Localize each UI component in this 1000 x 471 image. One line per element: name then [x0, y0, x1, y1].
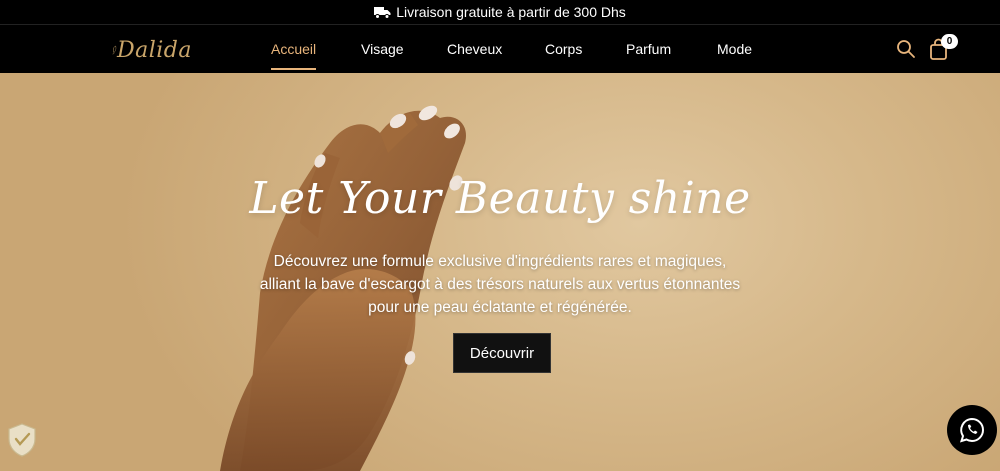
brand-logo[interactable]: Dalida	[112, 33, 192, 67]
hero-description-line: Découvrez une formule exclusive d'ingréd…	[273, 253, 727, 270]
nav-item-corps[interactable]: Corps	[545, 25, 582, 73]
announcement-bar: Livraison gratuite à partir de 300 Dhs	[0, 0, 1000, 25]
nav-item-visage[interactable]: Visage	[361, 25, 404, 73]
hero-title: Let Your Beauty shine	[249, 173, 751, 224]
hero-description-line: pour une peau éclatante et régénérée.	[368, 299, 632, 316]
nav-item-mode[interactable]: Mode	[717, 25, 752, 73]
whatsapp-icon	[960, 417, 984, 443]
hero-description: Découvrez une formule exclusive d'ingréd…	[230, 250, 770, 319]
search-button[interactable]	[896, 39, 916, 59]
trust-badge-icon	[8, 423, 36, 457]
discover-button[interactable]: Découvrir	[453, 333, 551, 373]
whatsapp-button[interactable]	[947, 405, 997, 455]
announcement-text: Livraison gratuite à partir de 300 Dhs	[396, 4, 626, 20]
nav-item-parfum[interactable]: Parfum	[626, 25, 671, 73]
nav-item-accueil[interactable]: Accueil	[271, 25, 317, 73]
hero-description-line: alliant la bave d'escargot à des trésors…	[259, 276, 741, 293]
truck-icon	[374, 6, 391, 19]
trust-badge[interactable]	[4, 420, 40, 460]
nav-item-cheveux[interactable]: Cheveux	[447, 25, 502, 73]
logo-text: Dalida	[116, 37, 192, 63]
site-header: Dalida Accueil Visage Cheveux Corps Parf…	[0, 25, 1000, 73]
cart-count-badge: 0	[941, 34, 958, 49]
search-icon	[897, 40, 915, 58]
hero-banner: Let Your Beauty shine Découvrez une form…	[0, 73, 1000, 471]
